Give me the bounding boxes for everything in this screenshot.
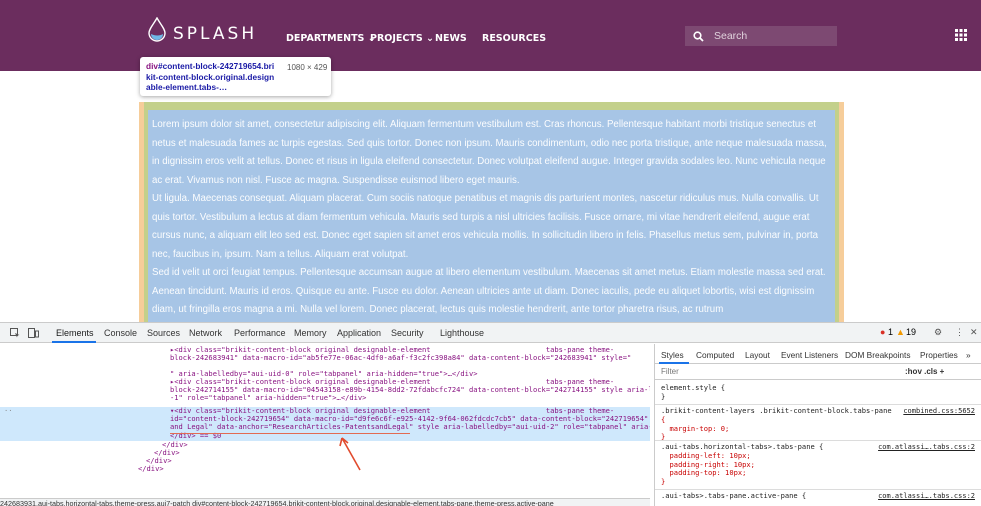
rule-divider (655, 404, 981, 405)
styles-tabbar: Styles Computed Layout Event Listeners D… (655, 344, 981, 364)
tab-lighthouse[interactable]: Lighthouse (440, 328, 484, 338)
rule-source-link[interactable]: com.atlassi….tabs.css:2 (878, 443, 975, 451)
tab-styles[interactable]: Styles (661, 350, 684, 360)
water-drop-logo-icon[interactable] (147, 17, 167, 42)
search-input[interactable]: Search (685, 26, 837, 46)
error-icon[interactable]: ● (880, 327, 885, 337)
filter-label: Filter (661, 367, 679, 376)
rule-active-pane[interactable]: .aui-tabs>.tabs-pane.active-pane { (661, 491, 806, 501)
nav-resources[interactable]: RESOURCES (482, 33, 546, 44)
tab-sources[interactable]: Sources (147, 328, 180, 338)
tab-memory[interactable]: Memory (294, 328, 327, 338)
tab-security[interactable]: Security (391, 328, 424, 338)
tab-performance[interactable]: Performance (234, 328, 286, 338)
device-toolbar-icon[interactable] (28, 328, 39, 338)
tab-event-listeners[interactable]: Event Listeners (781, 350, 838, 360)
devtools-panel: Elements Console Sources Network Perform… (0, 322, 981, 506)
close-icon[interactable]: ✕ (970, 327, 978, 338)
warning-count[interactable]: 19 (906, 327, 916, 337)
paragraph-2: Ut ligula. Maecenas consequat. Aliquam p… (152, 193, 819, 260)
tooltip-size: 1080 × 429 (287, 63, 328, 72)
error-count[interactable]: 1 (888, 327, 893, 337)
tooltip-selector: div#content-block-242719654.brikit-conte… (146, 61, 276, 93)
dom-line[interactable]: </div> (138, 464, 164, 474)
nav-departments[interactable]: DEPARTMENTS ⌄ (286, 33, 376, 44)
tab-layout[interactable]: Layout (745, 350, 770, 360)
rule-element-style[interactable]: element.style { } (661, 383, 725, 402)
search-placeholder: Search (714, 30, 748, 42)
search-icon (693, 31, 704, 42)
rule-aui-tabs[interactable]: .aui-tabs.horizontal-tabs>.tabs-pane { p… (661, 442, 823, 487)
tab-elements[interactable]: Elements (56, 328, 94, 338)
logo-text[interactable]: SPLASH (173, 24, 257, 44)
dom-line[interactable]: -1" role="tabpanel" aria-hidden="true">…… (170, 393, 366, 403)
tooltip-tag: div (146, 61, 158, 71)
styles-panel: Styles Computed Layout Event Listeners D… (654, 344, 981, 506)
rule-source-link[interactable]: combined.css:5652 (903, 407, 975, 415)
annotation-arrow-icon (339, 437, 361, 471)
screen: SPLASH DEPARTMENTS ⌄ PROJECTS ⌄ NEWS RES… (0, 0, 981, 506)
dom-breadcrumb[interactable]: 242683931.aui-tabs.horizontal-tabs.theme… (0, 498, 650, 506)
selected-node-dots: ·· (4, 406, 13, 415)
paragraph-3: Sed id velit ut orci feugiat tempus. Pel… (152, 267, 826, 315)
settings-gear-icon[interactable]: ⚙ (934, 327, 942, 338)
active-tab-indicator (52, 341, 96, 343)
rule-brikit[interactable]: .brikit-content-layers .brikit-content-b… (661, 406, 892, 442)
paragraph-1: Lorem ipsum dolor sit amet, consectetur … (152, 119, 827, 186)
tab-dom-breakpoints[interactable]: DOM Breakpoints (845, 350, 910, 360)
filter-controls[interactable]: :hov .cls + (905, 367, 944, 376)
more-menu-icon[interactable]: ⋮ (955, 327, 964, 338)
inspect-element-icon[interactable] (10, 328, 20, 338)
tab-overflow[interactable]: » (966, 350, 971, 360)
app-grid-icon[interactable] (955, 29, 967, 41)
nav-projects[interactable]: PROJECTS ⌄ (370, 33, 434, 44)
dom-line-selected[interactable]: and Legal" data-anchor="ResearchArticles… (170, 422, 650, 432)
tab-computed[interactable]: Computed (696, 350, 734, 360)
tooltip-selector-rest: #content-block-242719654.brikit-content-… (146, 61, 275, 92)
rule-divider (655, 440, 981, 441)
warning-icon[interactable]: ▲ (896, 327, 905, 337)
tab-properties[interactable]: Properties (920, 350, 958, 360)
dom-line[interactable]: block-242683941" data-macro-id="ab5fe77e… (170, 353, 631, 363)
inspect-tooltip: div#content-block-242719654.brikit-conte… (140, 57, 331, 96)
rule-divider (655, 489, 981, 490)
annotation-underline (170, 433, 410, 434)
tab-console[interactable]: Console (104, 328, 137, 338)
devtools-tabbar: Elements Console Sources Network Perform… (0, 323, 981, 343)
nav-news[interactable]: NEWS (435, 33, 467, 44)
rule-source-link[interactable]: com.atlassi….tabs.css:2 (878, 492, 975, 500)
tab-network[interactable]: Network (189, 328, 222, 338)
tab-application[interactable]: Application (337, 328, 381, 338)
styles-filter[interactable]: Filter :hov .cls + (655, 364, 981, 380)
